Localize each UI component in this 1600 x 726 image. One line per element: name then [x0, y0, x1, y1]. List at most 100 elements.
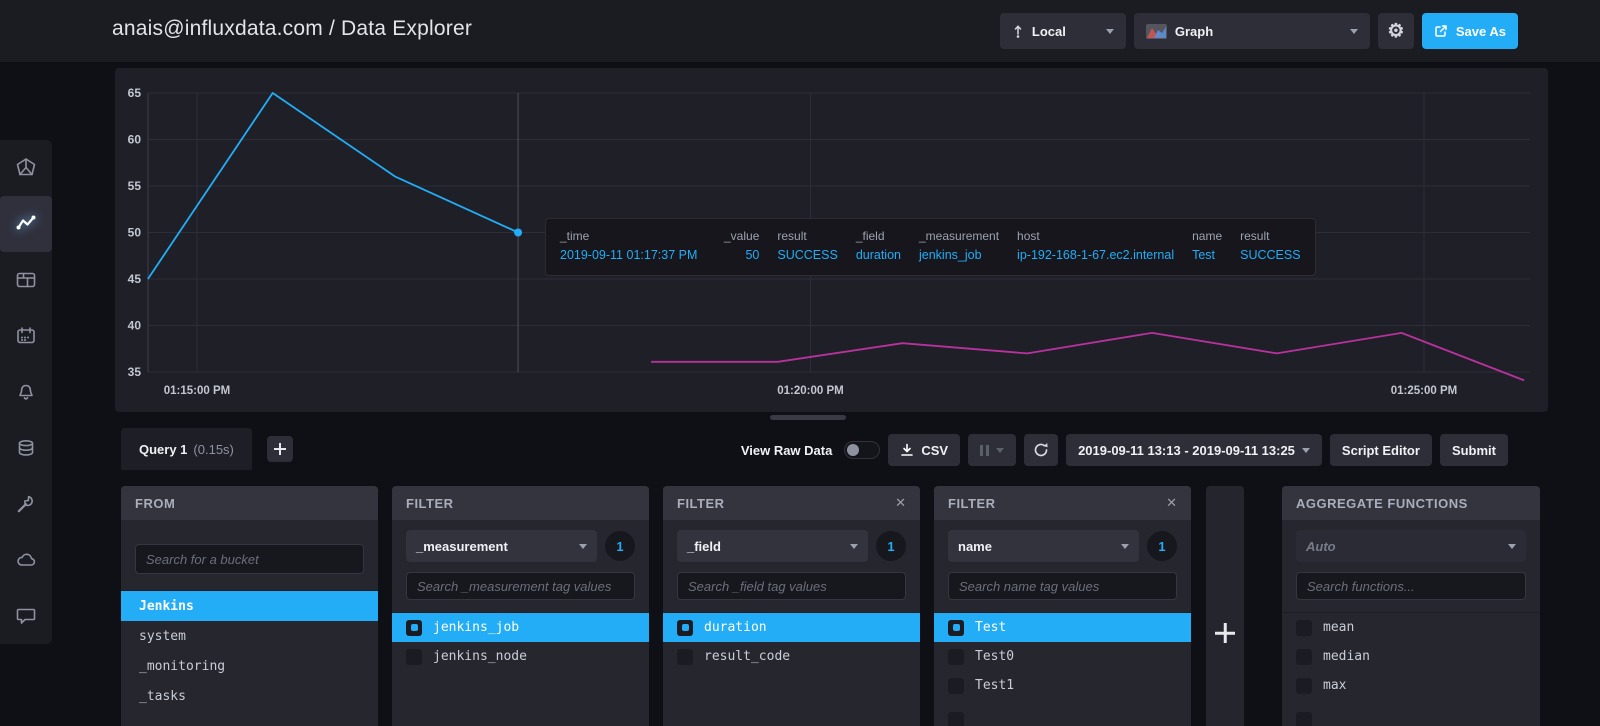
- tag-value-item[interactable]: jenkins_job: [392, 613, 649, 642]
- tag-key-label: _field: [687, 539, 721, 554]
- close-icon[interactable]: [895, 494, 906, 512]
- header-controls: Local Graph: [1000, 13, 1518, 49]
- tooltip-column-header: _measurement: [919, 229, 999, 243]
- bucket-item[interactable]: Jenkins: [121, 591, 378, 621]
- svg-text:35: 35: [128, 365, 142, 379]
- time-range-dropdown[interactable]: 2019-09-11 13:13 - 2019-09-11 13:25: [1066, 434, 1322, 466]
- tag-key-dropdown[interactable]: _field: [677, 530, 868, 562]
- settings-button[interactable]: [1378, 13, 1414, 49]
- bucket-search-input[interactable]: [135, 544, 364, 574]
- tag-value-list: Test Test0 Test1: [934, 612, 1191, 726]
- tag-value-search-input[interactable]: [677, 572, 906, 600]
- view-raw-data-toggle[interactable]: [844, 441, 880, 459]
- tag-value-item[interactable]: [934, 705, 1191, 726]
- tooltip-column-value: duration: [856, 248, 901, 262]
- function-label: max: [1323, 678, 1346, 693]
- query-tab[interactable]: Query 1 (0.15s): [121, 428, 252, 470]
- source-dropdown[interactable]: Local: [1000, 13, 1126, 49]
- visualization-type-label: Graph: [1175, 24, 1213, 39]
- chevron-down-icon: [1302, 448, 1310, 457]
- tooltip-column-header: _time: [560, 229, 697, 243]
- add-filter-button[interactable]: [1210, 618, 1240, 648]
- tag-value-list: jenkins_job jenkins_node: [392, 612, 649, 671]
- csv-download-button[interactable]: CSV: [888, 434, 960, 466]
- influxdb-logo-icon: [15, 157, 37, 179]
- sidebar-item-dashboards[interactable]: [0, 252, 52, 308]
- chart-panel: 3540455055606501:15:00 PM01:20:00 PM01:2…: [115, 68, 1548, 412]
- sidebar-item-alerts[interactable]: [0, 364, 52, 420]
- visualization-type-dropdown[interactable]: Graph: [1134, 13, 1370, 49]
- database-icon: [15, 437, 37, 459]
- checkbox[interactable]: [948, 678, 964, 694]
- tag-value-search-input[interactable]: [948, 572, 1177, 600]
- tag-value-label: Test: [975, 620, 1006, 635]
- checkbox[interactable]: [677, 649, 693, 665]
- sidebar-item-feedback[interactable]: [0, 588, 52, 644]
- refresh-button[interactable]: [1024, 434, 1058, 466]
- checkbox[interactable]: [406, 649, 422, 665]
- tag-key-row: _field 1: [677, 530, 906, 562]
- tag-key-dropdown[interactable]: _measurement: [406, 530, 597, 562]
- function-label: mean: [1323, 620, 1354, 635]
- checkbox[interactable]: [1296, 649, 1312, 665]
- checkbox[interactable]: [1296, 620, 1312, 636]
- save-as-button[interactable]: Save As: [1422, 13, 1518, 49]
- sidebar-item-tasks[interactable]: [0, 308, 52, 364]
- script-editor-button[interactable]: Script Editor: [1330, 434, 1432, 466]
- bucket-item[interactable]: _monitoring: [121, 651, 378, 681]
- tooltip-column-header: result: [777, 229, 837, 243]
- resize-drag-handle[interactable]: [770, 415, 846, 420]
- checkbox[interactable]: [948, 649, 964, 665]
- tag-value-search-input[interactable]: [406, 572, 635, 600]
- tooltip-column-header: name: [1192, 229, 1222, 243]
- from-card-title: FROM: [135, 496, 175, 511]
- tag-value-item[interactable]: duration: [663, 613, 920, 642]
- add-query-button[interactable]: [267, 436, 293, 462]
- tag-key-dropdown[interactable]: name: [948, 530, 1139, 562]
- function-item[interactable]: max: [1282, 671, 1540, 700]
- tag-value-item[interactable]: Test: [934, 613, 1191, 642]
- checkbox[interactable]: [1296, 678, 1312, 694]
- function-item[interactable]: [1282, 705, 1540, 726]
- cloud-icon: [15, 549, 37, 571]
- sidebar-item-home[interactable]: [0, 140, 52, 196]
- tag-value-item[interactable]: jenkins_node: [392, 642, 649, 671]
- checkbox[interactable]: [677, 620, 693, 636]
- filter-card-measurement: FILTER _measurement 1 jenkins_job jenkin…: [392, 486, 649, 726]
- svg-text:50: 50: [128, 226, 142, 240]
- tooltip-column-value: 50: [715, 248, 759, 262]
- filter-card-header: FILTER: [934, 486, 1191, 520]
- pause-icon: [980, 445, 989, 456]
- tag-value-item[interactable]: Test0: [934, 642, 1191, 671]
- tooltip-column: name Test: [1192, 229, 1222, 265]
- bucket-item-label: _tasks: [139, 689, 186, 704]
- filter-card-field: FILTER _field 1 duration result_code: [663, 486, 920, 726]
- bucket-item[interactable]: system: [121, 621, 378, 651]
- submit-button[interactable]: Submit: [1440, 434, 1508, 466]
- query-tab-duration: (0.15s): [193, 442, 233, 457]
- toggle-knob: [847, 444, 859, 456]
- page-title: anais@influxdata.com / Data Explorer: [112, 17, 472, 41]
- close-icon[interactable]: [1166, 494, 1177, 512]
- function-item[interactable]: median: [1282, 642, 1540, 671]
- checkbox[interactable]: [406, 620, 422, 636]
- sidebar-item-load-data[interactable]: [0, 420, 52, 476]
- bucket-item-label: Jenkins: [139, 599, 194, 614]
- bucket-item[interactable]: _tasks: [121, 681, 378, 711]
- checkbox[interactable]: [948, 620, 964, 636]
- filter-card-header: FILTER: [663, 486, 920, 520]
- svg-text:01:20:00 PM: 01:20:00 PM: [777, 385, 843, 397]
- tag-value-item[interactable]: result_code: [663, 642, 920, 671]
- checkbox[interactable]: [1296, 712, 1312, 726]
- pause-button[interactable]: [968, 434, 1016, 466]
- window-period-dropdown[interactable]: Auto: [1296, 530, 1526, 562]
- function-search-input[interactable]: [1296, 572, 1526, 600]
- checkbox[interactable]: [948, 712, 964, 726]
- tag-value-item[interactable]: Test1: [934, 671, 1191, 700]
- tooltip-column: result SUCCESS: [1240, 229, 1300, 265]
- tooltip-column-value: ip-192-168-1-67.ec2.internal: [1017, 248, 1174, 262]
- sidebar-item-cloud[interactable]: [0, 532, 52, 588]
- function-item[interactable]: mean: [1282, 613, 1540, 642]
- sidebar-item-settings[interactable]: [0, 476, 52, 532]
- sidebar-item-data-explorer[interactable]: [0, 196, 52, 252]
